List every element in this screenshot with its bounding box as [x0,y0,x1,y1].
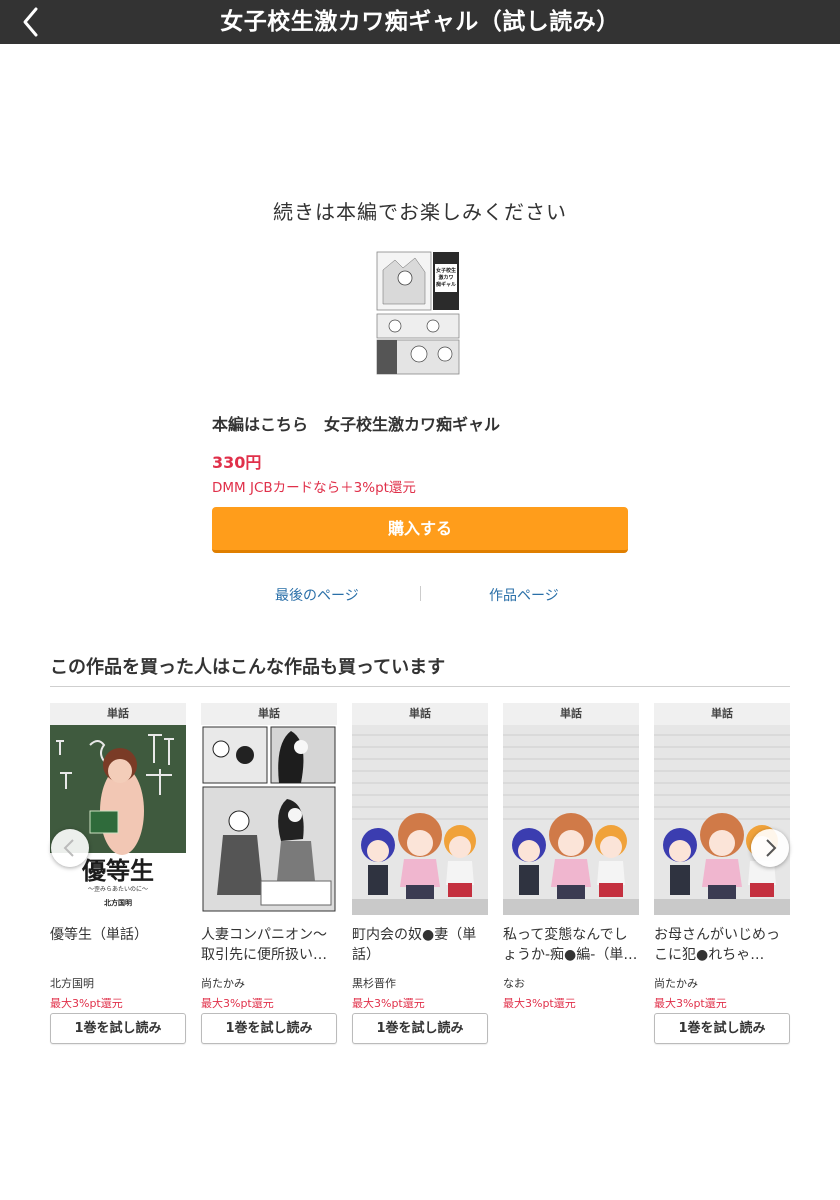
single-episode-badge: 単話 [50,703,186,725]
cover-author: 北方国明 [104,898,132,907]
purchase-button[interactable]: 購入する [212,507,628,553]
last-page-link[interactable]: 最後のページ [275,585,359,605]
card-title[interactable]: お母さんがいじめっこに犯●れちゃ… [654,925,790,965]
chevron-left-icon [63,839,74,857]
carousel-next-button[interactable] [751,829,789,867]
card-author[interactable]: なお [503,975,639,990]
carousel-prev-button[interactable] [51,829,89,867]
card-title[interactable]: 人妻コンパニオン～取引先に便所扱い… [201,925,337,965]
cover-image: 優等生 〜歪みらあたいのに〜 北方国明 [50,725,186,915]
cover-title: 優等生 [81,856,154,885]
cover-line: 女子校生 [436,267,456,274]
card-thumbnail[interactable]: 単話 [654,703,790,915]
end-of-preview-message: 続きは本編でお楽しみください [273,200,567,224]
cover-image [201,725,337,915]
divider [50,686,790,687]
card-thumbnail[interactable]: 単話 [503,703,639,915]
price: 330円 [212,453,262,472]
single-episode-badge: 単話 [503,703,639,725]
chevron-right-icon [766,839,777,857]
buy-full-title: 本編はこちら 女子校生激カワ痴ギャル [212,415,501,434]
recommend-card[interactable]: 単話 町内会の奴●妻（単話） 黒杉晋作 最大3%pt還元 1巻を試し読み [352,703,488,1044]
card-author[interactable]: 尚たかみ [201,975,337,990]
trial-read-button[interactable]: 1巻を試し読み [352,1013,488,1044]
trial-read-button[interactable]: 1巻を試し読み [50,1013,186,1044]
cover-image [503,725,639,915]
recommend-card[interactable]: 単話 人妻コンパニオン～取引先に便所扱い… 尚たかみ 最大3%pt還元 1巻を試… [201,703,337,1044]
trial-read-button[interactable]: 1巻を試し読み [654,1013,790,1044]
card-points: 最大3%pt還元 [50,997,123,1010]
card-thumbnail[interactable]: 単話 [201,703,337,915]
work-page-link[interactable]: 作品ページ [489,585,559,605]
recommend-heading: この作品を買った人はこんな作品も買っています [50,657,446,678]
header-bar: 女子校生激カワ痴ギャル（試し読み） [0,0,840,44]
single-episode-badge: 単話 [654,703,790,725]
cover-image [654,725,790,915]
card-author[interactable]: 尚たかみ [654,975,790,990]
card-points: 最大3%pt還元 [503,997,576,1010]
cover-line: 激カワ [438,274,453,281]
single-episode-badge: 単話 [201,703,337,725]
card-promo[interactable]: DMM JCBカードなら＋3%pt還元 [212,476,416,496]
page-title: 女子校生激カワ痴ギャル（試し読み） [220,9,620,35]
recommend-card[interactable]: 単話 私って変態なんでしょうか-痴●編-（単… なお 最大3%pt還元 [503,703,639,1010]
card-title[interactable]: 私って変態なんでしょうか-痴●編-（単… [503,925,639,965]
cover-image[interactable]: 女子校生 激カワ 痴ギャル [375,250,461,376]
card-author[interactable]: 北方国明 [50,975,186,990]
card-title[interactable]: 町内会の奴●妻（単話） [352,925,488,965]
card-title[interactable]: 優等生（単話） [50,925,186,965]
link-divider [420,586,421,601]
cover-line: 痴ギャル [436,281,456,288]
card-thumbnail[interactable]: 単話 [352,703,488,915]
trial-read-button[interactable]: 1巻を試し読み [201,1013,337,1044]
card-author[interactable]: 黒杉晋作 [352,975,488,990]
card-points: 最大3%pt還元 [352,997,425,1010]
cover-image [352,725,488,915]
card-thumbnail[interactable]: 単話 優等生 〜歪みらあたいのに〜 北方国明 [50,703,186,915]
card-points: 最大3%pt還元 [654,997,727,1010]
card-points: 最大3%pt還元 [201,997,274,1010]
cover-subtitle: 〜歪みらあたいのに〜 [88,886,148,893]
single-episode-badge: 単話 [352,703,488,725]
